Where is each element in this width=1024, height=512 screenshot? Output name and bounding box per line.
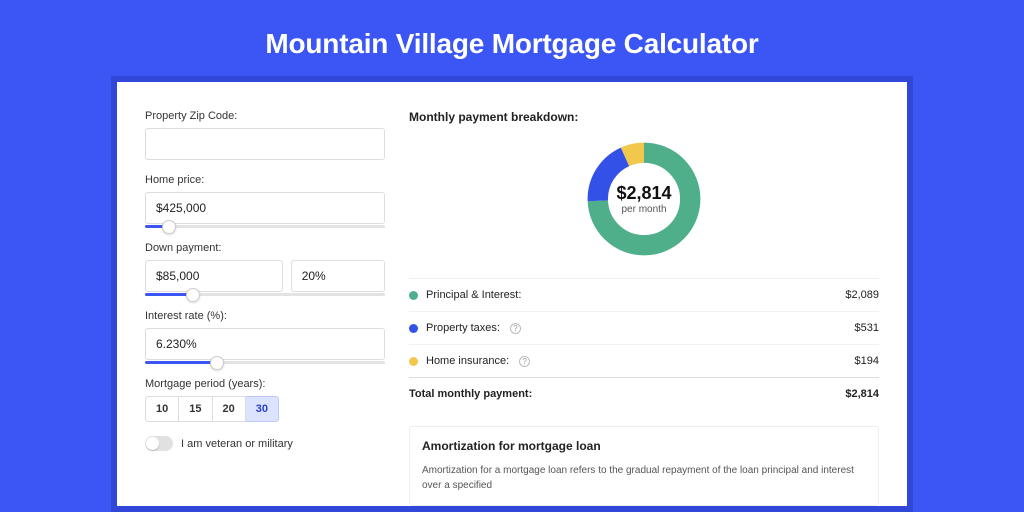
field-down-payment: Down payment:	[145, 242, 385, 296]
legend-label: Principal & Interest:	[426, 289, 521, 301]
down-payment-pct-input[interactable]	[291, 260, 385, 292]
legend-value: $2,814	[845, 388, 879, 400]
veteran-toggle-row: I am veteran or military	[145, 436, 385, 451]
legend-row-taxes: Property taxes: ? $531	[409, 311, 879, 344]
veteran-label: I am veteran or military	[181, 438, 293, 450]
legend-row-total: Total monthly payment: $2,814	[409, 377, 879, 410]
interest-rate-label: Interest rate (%):	[145, 310, 385, 322]
payment-donut-chart: $2,814 per month	[583, 138, 705, 260]
info-icon[interactable]: ?	[510, 323, 521, 334]
toggle-knob	[146, 437, 159, 450]
legend-dot-icon	[409, 291, 418, 300]
donut-center-sub: per month	[621, 204, 666, 215]
legend-value: $194	[855, 355, 879, 367]
period-btn-10[interactable]: 10	[145, 396, 179, 422]
period-btn-20[interactable]: 20	[213, 396, 246, 422]
home-price-label: Home price:	[145, 174, 385, 186]
zip-input[interactable]	[145, 128, 385, 160]
interest-rate-slider[interactable]	[145, 361, 385, 364]
veteran-toggle[interactable]	[145, 436, 173, 451]
calculator-card: Property Zip Code: Home price: Down paym…	[117, 82, 907, 506]
interest-rate-input[interactable]	[145, 328, 385, 360]
home-price-slider[interactable]	[145, 225, 385, 228]
legend-row-insurance: Home insurance: ? $194	[409, 344, 879, 377]
legend-dot-icon	[409, 324, 418, 333]
legend-row-principal: Principal & Interest: $2,089	[409, 278, 879, 311]
period-btn-30[interactable]: 30	[246, 396, 279, 422]
mortgage-period-label: Mortgage period (years):	[145, 378, 385, 390]
down-payment-label: Down payment:	[145, 242, 385, 254]
donut-center-amount: $2,814	[616, 183, 671, 204]
legend-label: Property taxes:	[426, 322, 500, 334]
legend-label: Home insurance:	[426, 355, 509, 367]
legend-value: $531	[855, 322, 879, 334]
amortization-section: Amortization for mortgage loan Amortizat…	[409, 426, 879, 506]
amortization-text: Amortization for a mortgage loan refers …	[422, 463, 866, 493]
period-btn-15[interactable]: 15	[179, 396, 212, 422]
amortization-title: Amortization for mortgage loan	[422, 439, 866, 453]
zip-label: Property Zip Code:	[145, 110, 385, 122]
breakdown-panel: Monthly payment breakdown: $2,814 per mo…	[409, 110, 879, 506]
down-payment-amount-input[interactable]	[145, 260, 283, 292]
slider-thumb[interactable]	[162, 220, 176, 234]
down-payment-slider[interactable]	[145, 293, 385, 296]
page-title: Mountain Village Mortgage Calculator	[0, 0, 1024, 82]
inputs-panel: Property Zip Code: Home price: Down paym…	[145, 110, 385, 506]
legend-label: Total monthly payment:	[409, 388, 532, 400]
home-price-input[interactable]	[145, 192, 385, 224]
slider-thumb[interactable]	[210, 356, 224, 370]
field-zip: Property Zip Code:	[145, 110, 385, 160]
legend-value: $2,089	[845, 289, 879, 301]
legend-dot-icon	[409, 357, 418, 366]
field-interest-rate: Interest rate (%):	[145, 310, 385, 364]
breakdown-title: Monthly payment breakdown:	[409, 110, 879, 124]
field-mortgage-period: Mortgage period (years): 10 15 20 30	[145, 378, 385, 422]
field-home-price: Home price:	[145, 174, 385, 228]
mortgage-period-buttons: 10 15 20 30	[145, 396, 385, 422]
info-icon[interactable]: ?	[519, 356, 530, 367]
slider-thumb[interactable]	[186, 288, 200, 302]
